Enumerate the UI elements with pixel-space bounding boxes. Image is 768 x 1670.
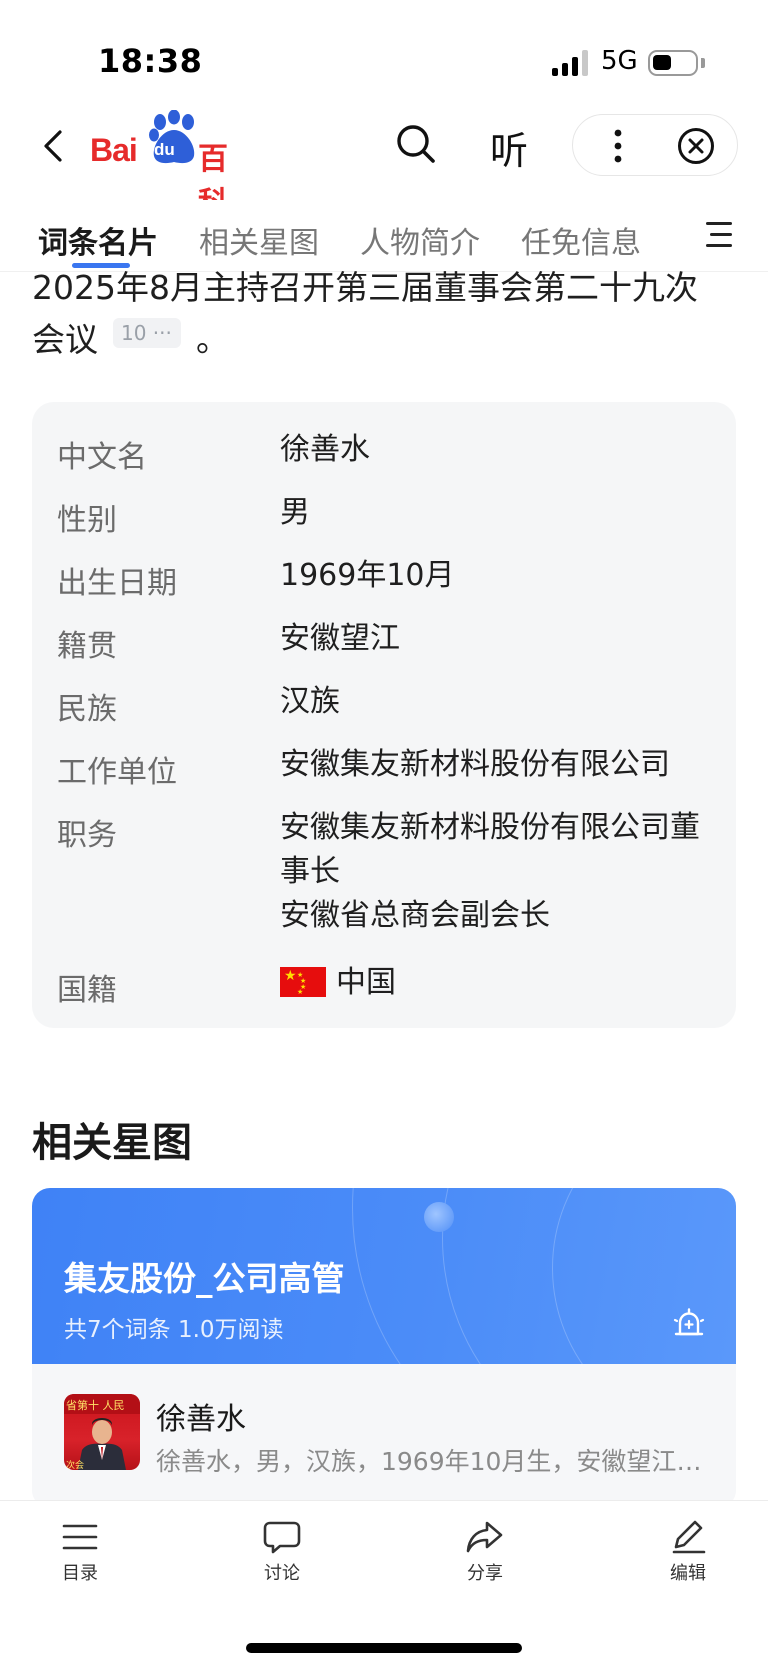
search-icon[interactable]	[394, 122, 438, 166]
header: Bai du 百科 听	[0, 100, 768, 221]
info-value-name: 徐善水	[280, 432, 370, 467]
bottom-toolbar: 目录 讨论 分享 编辑	[0, 1500, 768, 1670]
info-label-birth: 出生日期	[57, 566, 177, 601]
logo-bai-text: Bai	[90, 132, 138, 168]
related-card-subtitle: 共7个词条 1.0万阅读	[64, 1317, 284, 1343]
related-card-title: 集友股份_公司高管	[64, 1259, 345, 1298]
share-label: 分享	[467, 1563, 503, 1584]
signal-icon	[552, 50, 588, 76]
subscribe-bell-icon[interactable]	[672, 1308, 706, 1342]
related-person-row[interactable]: 省第十 人民 次会 徐善水 徐善水，男，汉族，1969年10月生，安徽望江人，中…	[32, 1364, 736, 1508]
back-arrow-icon[interactable]	[38, 130, 70, 162]
tab-related-stars[interactable]: 相关星图	[199, 218, 319, 262]
discuss-button[interactable]: 讨论	[222, 1519, 342, 1585]
discuss-label: 讨论	[264, 1563, 300, 1584]
edit-label: 编辑	[670, 1563, 706, 1584]
edit-button[interactable]: 编辑	[628, 1519, 748, 1585]
info-label-ethnicity: 民族	[57, 692, 117, 727]
list-icon	[62, 1524, 98, 1550]
share-button[interactable]: 分享	[425, 1519, 545, 1585]
position-line-2: 事长	[280, 854, 340, 889]
info-label-nationality: 国籍	[57, 973, 117, 1008]
decor-dot	[424, 1202, 454, 1232]
toc-label: 目录	[62, 1563, 98, 1584]
info-label-gender: 性别	[57, 503, 117, 538]
info-value-gender: 男	[280, 495, 310, 530]
person-avatar: 省第十 人民 次会	[64, 1394, 140, 1470]
basic-info-card: 中文名 徐善水 性别 男 出生日期 1969年10月 籍贯 安徽望江 民族 汉族…	[32, 402, 736, 1028]
intro-paragraph-end: 。	[196, 320, 229, 359]
info-label-position: 职务	[57, 818, 117, 853]
nationality-text[interactable]: 中国	[336, 965, 396, 1000]
info-value-ethnicity[interactable]: 汉族	[280, 680, 720, 724]
edit-icon	[672, 1520, 706, 1554]
battery-icon	[648, 50, 698, 76]
logo-du-text: du	[154, 140, 175, 159]
battery-cap	[701, 58, 705, 68]
status-time: 18:38	[98, 42, 203, 80]
comment-icon	[263, 1521, 301, 1554]
intro-paragraph-line2: 会议	[32, 320, 98, 359]
share-icon	[466, 1521, 503, 1553]
info-value-position: 安徽集友新材料股份有限公司董 事长 安徽省总商会副会长	[280, 806, 720, 938]
person-name: 徐善水	[156, 1402, 246, 1437]
svg-text:省第十 人民: 省第十 人民	[66, 1398, 125, 1412]
listen-button[interactable]: 听	[490, 120, 528, 175]
tab-appointments[interactable]: 任免信息	[521, 218, 641, 262]
info-value-nationality: ★ ★ ★ ★ ★ 中国	[280, 961, 720, 1005]
tab-profile[interactable]: 人物简介	[360, 218, 480, 262]
info-value-employer[interactable]: 安徽集友新材料股份有限公司	[280, 743, 720, 787]
citation-badge[interactable]: 10 ···	[113, 318, 181, 348]
china-flag-icon: ★ ★ ★ ★ ★	[280, 966, 326, 997]
related-section-title: 相关星图	[32, 1120, 192, 1166]
info-value-birth: 1969年10月	[280, 558, 455, 593]
more-vertical-icon[interactable]	[613, 129, 623, 163]
toc-button[interactable]: 目录	[20, 1519, 140, 1585]
svg-text:次会: 次会	[66, 1459, 84, 1470]
home-indicator[interactable]	[246, 1643, 522, 1653]
baidu-baike-logo[interactable]: Bai du 百科	[90, 110, 256, 221]
person-description: 徐善水，男，汉族，1969年10月生，安徽望江人，中共党员，安徽集友新材料股份有…	[156, 1447, 704, 1476]
menu-icon[interactable]	[704, 222, 732, 248]
related-card[interactable]: 集友股份_公司高管 共7个词条 1.0万阅读 省第十 人民 次会 徐善水 徐善水…	[32, 1188, 736, 1508]
info-label-hometown: 籍贯	[57, 629, 117, 664]
position-line-3: 安徽省总商会副会长	[280, 898, 550, 933]
close-circle-icon[interactable]	[677, 127, 715, 165]
related-banner: 集友股份_公司高管 共7个词条 1.0万阅读	[32, 1188, 736, 1488]
mini-program-capsule	[572, 114, 738, 176]
info-value-hometown[interactable]: 安徽望江	[280, 617, 720, 661]
info-label-employer: 工作单位	[57, 755, 177, 790]
position-line-1: 安徽集友新材料股份有限公司董	[280, 810, 700, 845]
tab-card[interactable]: 词条名片	[38, 218, 158, 262]
network-type: 5G	[601, 46, 638, 76]
info-label-name: 中文名	[57, 440, 147, 475]
intro-paragraph-line1: 2025年8月主持召开第三届董事会第二十九次	[32, 268, 698, 307]
